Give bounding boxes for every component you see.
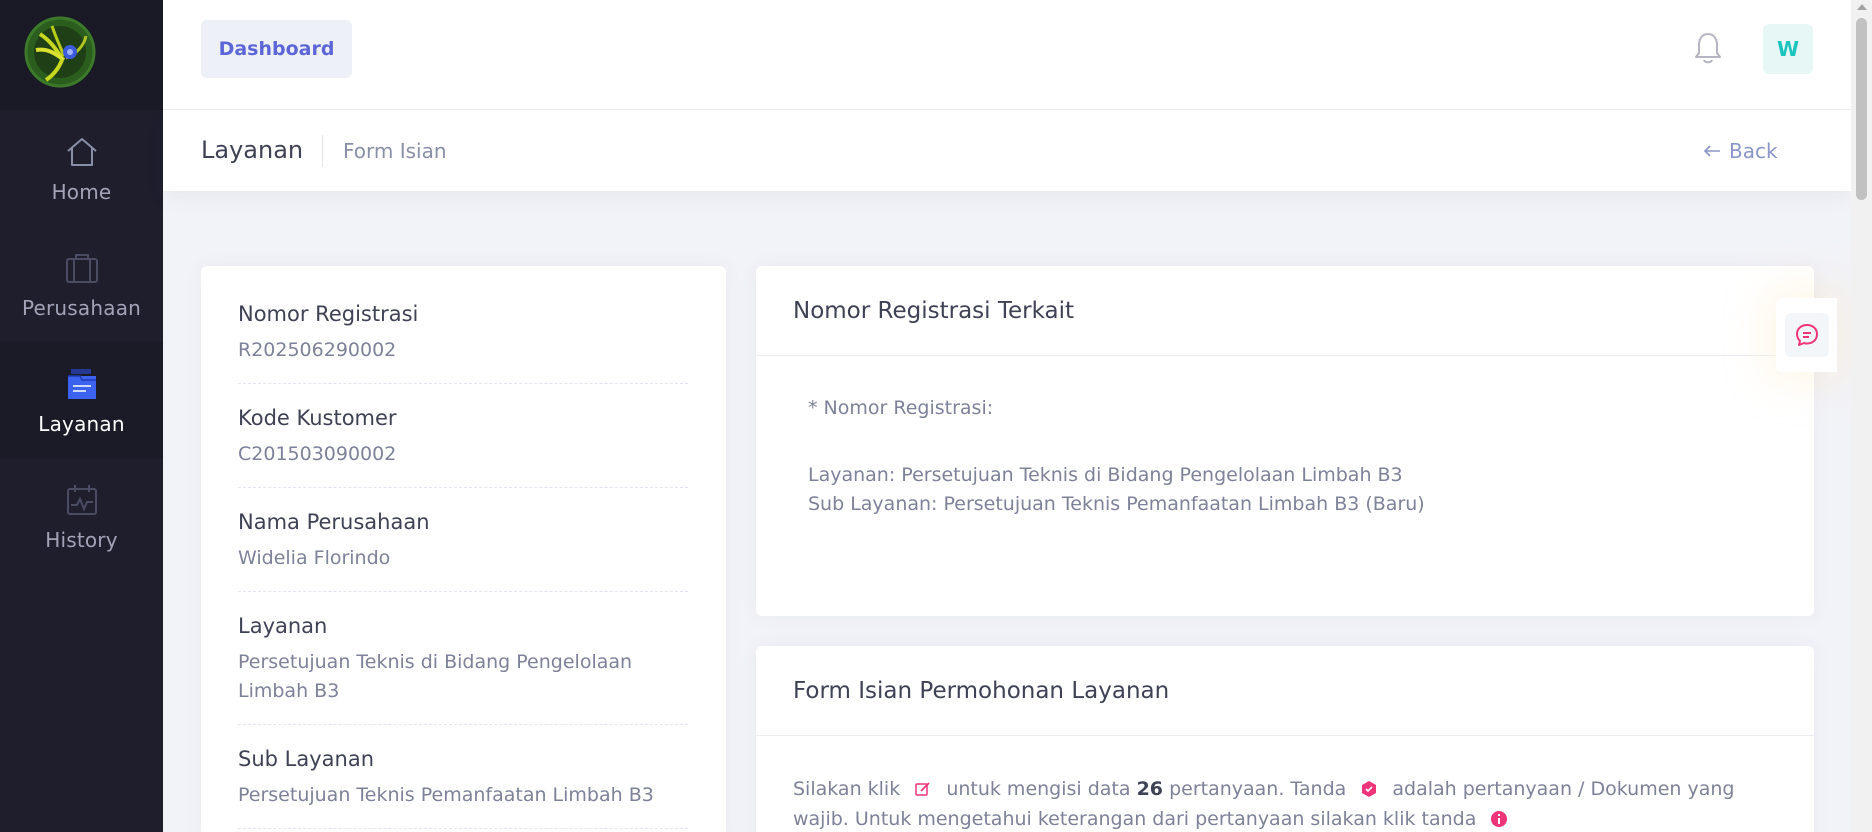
back-link[interactable]: Back	[1703, 139, 1778, 163]
briefcase-icon	[65, 254, 98, 283]
layanan-line: Layanan: Persetujuan Teknis di Bidang Pe…	[808, 464, 1403, 486]
dashboard-button[interactable]: Dashboard	[201, 20, 352, 78]
sidebar-item-history[interactable]: History	[0, 458, 163, 574]
info-label: Nama Perusahaan	[238, 510, 430, 534]
info-nama-perusahaan: Nama Perusahaan Widelia Florindo	[238, 510, 688, 592]
top-header: Dashboard W	[163, 0, 1851, 110]
instruction-text: Silakan klik	[793, 778, 901, 800]
home-icon	[66, 138, 97, 166]
chat-icon	[1795, 324, 1818, 346]
info-label: Layanan	[238, 614, 328, 638]
info-value: Persetujuan Teknis Pemanfaatan Limbah B3	[238, 784, 654, 806]
document-stack-icon	[67, 369, 96, 399]
instruction-text: untuk mengisi data	[946, 778, 1131, 800]
arrow-left-icon	[1703, 145, 1720, 157]
back-label: Back	[1729, 139, 1778, 163]
instruction-text: pertanyaan. Tanda	[1169, 778, 1347, 800]
bell-icon[interactable]	[1693, 30, 1723, 66]
vertical-scrollbar[interactable]	[1851, 0, 1872, 832]
info-kode-kustomer: Kode Kustomer C201503090002	[238, 406, 688, 488]
sidebar: Home Perusahaan Layanan History	[0, 0, 163, 832]
scroll-up-icon[interactable]	[1857, 4, 1867, 10]
page-title: Layanan	[201, 136, 304, 164]
sidebar-item-layanan[interactable]: Layanan	[0, 342, 163, 458]
user-avatar[interactable]: W	[1763, 24, 1813, 74]
sidebar-item-label: Perusahaan	[21, 296, 142, 320]
related-registration-card: Nomor Registrasi Terkait * Nomor Registr…	[756, 266, 1814, 616]
sidebar-item-label: Layanan	[38, 412, 125, 436]
info-layanan: Layanan Persetujuan Teknis di Bidang Pen…	[238, 614, 688, 725]
info-value: C201503090002	[238, 443, 397, 465]
card-title: Form Isian Permohonan Layanan	[756, 646, 1814, 736]
card-body: * Nomor Registrasi: Layanan: Persetujuan…	[756, 356, 1814, 557]
edit-icon	[915, 782, 930, 796]
activity-chart-icon	[66, 485, 97, 515]
info-sub-layanan: Sub Layanan Persetujuan Teknis Pemanfaat…	[238, 747, 688, 829]
subheader-divider	[322, 135, 323, 167]
sub-layanan-line: Sub Layanan: Persetujuan Teknis Pemanfaa…	[808, 493, 1425, 515]
info-value: Persetujuan Teknis di Bidang Pengelolaan…	[238, 651, 633, 702]
info-label: Sub Layanan	[238, 747, 374, 771]
info-label: Kode Kustomer	[238, 406, 397, 430]
sidebar-item-perusahaan[interactable]: Perusahaan	[0, 226, 163, 342]
info-nomor-registrasi: Nomor Registrasi R202506290002	[238, 302, 688, 384]
scrollbar-thumb[interactable]	[1856, 18, 1867, 200]
subheader: Layanan Form Isian Back	[163, 110, 1851, 191]
nomor-registrasi-label: * Nomor Registrasi:	[808, 397, 994, 419]
registration-info-card: Nomor Registrasi R202506290002 Kode Kust…	[201, 266, 726, 832]
sidebar-item-label: History	[45, 528, 118, 552]
required-shield-icon	[1362, 781, 1377, 797]
chat-button[interactable]	[1776, 298, 1837, 372]
logo-area	[0, 0, 163, 110]
question-count: 26	[1136, 778, 1164, 800]
info-label: Nomor Registrasi	[238, 302, 419, 326]
form-instructions: Silakan klik untuk mengisi data 26 perta…	[756, 736, 1814, 832]
info-value: R202506290002	[238, 339, 397, 361]
chat-button-inner	[1784, 313, 1829, 357]
info-value: Widelia Florindo	[238, 547, 391, 569]
app-logo[interactable]	[22, 14, 98, 90]
info-icon	[1491, 811, 1508, 827]
breadcrumb: Form Isian	[343, 139, 447, 163]
application-form-card: Form Isian Permohonan Layanan Silakan kl…	[756, 646, 1814, 832]
sidebar-item-home[interactable]: Home	[0, 110, 163, 226]
card-title: Nomor Registrasi Terkait	[756, 266, 1814, 356]
sidebar-item-label: Home	[51, 180, 112, 204]
